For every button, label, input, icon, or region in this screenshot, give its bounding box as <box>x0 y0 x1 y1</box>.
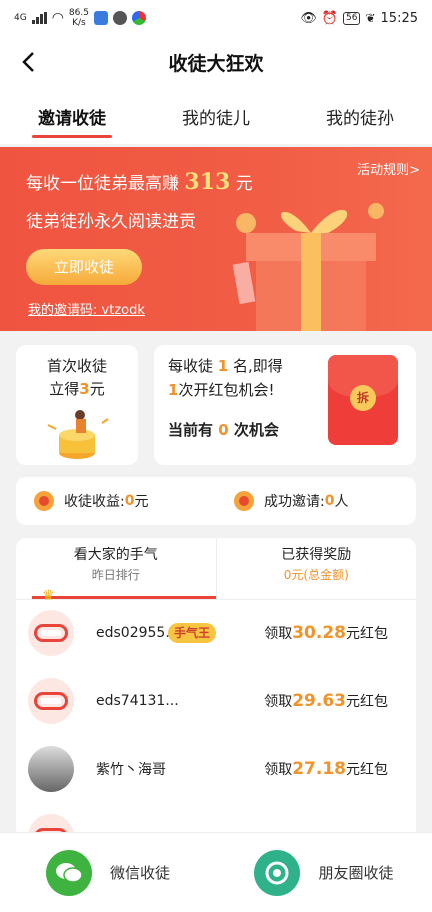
promo-banner: 活动规则> 每收一位徒弟最高赚 313 元 徒弟徒孙永久阅读进贡 立即收徒 我的… <box>0 147 432 331</box>
person-icon <box>234 491 254 511</box>
redpack-rule-line2: 1次开红包机会! <box>168 381 275 399</box>
page-title: 收徒大狂欢 <box>168 52 264 75</box>
invites-stat: 成功邀请: 0 人 <box>216 491 416 511</box>
wifi-icon: ◠ <box>51 10 64 26</box>
invite-code[interactable]: 我的邀请码: vtzodk <box>28 299 145 318</box>
network-speed: 86.5 K/s <box>68 8 89 28</box>
avatar <box>28 678 74 724</box>
redpack-rule-line1: 每收徒 1 名,即得 <box>168 357 283 375</box>
clock-time: 15:25 <box>380 10 418 26</box>
moments-icon <box>254 849 301 896</box>
reward-amount: 领取27.18元红包 <box>264 759 388 779</box>
stats-card: 收徒收益: 0 元 成功邀请: 0 人 <box>16 477 416 525</box>
eye-icon: 👁 <box>300 10 317 26</box>
alarm-icon: ⏰ <box>321 10 339 26</box>
back-button[interactable] <box>14 48 42 76</box>
ranking-card: 看大家的手气 昨日排行 已获得奖励 0元(总金额) ♛ eds02955... … <box>16 538 416 838</box>
lucky-king-badge: 手气王 <box>168 623 217 643</box>
avatar <box>28 610 74 656</box>
wechat-icon <box>45 849 92 896</box>
share-bar: 微信收徒 朋友圈收徒 <box>0 832 432 912</box>
leaf-icon: ❦ <box>365 11 376 25</box>
first-card-reward: 立得3元 <box>49 380 105 398</box>
rules-link[interactable]: 活动规则> <box>357 159 420 178</box>
moments-share-button[interactable]: 朋友圈收徒 <box>216 833 432 912</box>
open-envelope-label: 拆 <box>350 385 376 411</box>
chevron-left-icon <box>22 52 34 72</box>
ranking-row: eds74131... 领取29.63元红包 <box>16 666 416 736</box>
banner-headline: 每收一位徒弟最高赚 313 元 <box>26 169 253 195</box>
title-bar: 收徒大狂欢 <box>0 36 432 88</box>
invite-now-button[interactable]: 立即收徒 <box>26 249 142 285</box>
browser-icon <box>131 11 146 25</box>
app-notification-icon <box>93 11 108 25</box>
signal-icon <box>31 12 47 24</box>
wechat-share-button[interactable]: 微信收徒 <box>0 833 216 912</box>
message-icon <box>112 11 127 25</box>
first-card-title: 首次收徒 <box>46 357 107 375</box>
user-name: eds74131... <box>96 693 179 709</box>
user-name: 紫竹丶海哥 <box>96 762 166 778</box>
network-label: 4G <box>14 13 27 23</box>
red-envelope-icon[interactable]: 拆 <box>328 355 398 445</box>
gift-box-illustration <box>232 203 384 331</box>
user-name: eds02955... <box>96 625 179 641</box>
income-stat: 收徒收益: 0 元 <box>16 491 216 511</box>
tab-earned-rewards[interactable]: 已获得奖励 0元(总金额) <box>217 538 417 599</box>
tab-invite[interactable]: 邀请收徒 <box>0 88 144 144</box>
ranking-row: 紫竹丶海哥 领取27.18元红包 <box>16 734 416 804</box>
current-chances: 当前有 0 次机会 <box>168 421 279 439</box>
red-packet-card[interactable]: 每收徒 1 名,即得 1次开红包机会! 当前有 0 次机会 拆 <box>154 345 416 465</box>
reward-amount: 领取29.63元红包 <box>264 691 388 711</box>
coin-icon <box>34 491 54 511</box>
coin-stack-illustration <box>47 410 109 459</box>
tab-my-apprentices[interactable]: 我的徒儿 <box>144 88 288 144</box>
banner-subline: 徒弟徒孙永久阅读进贡 <box>26 212 196 232</box>
first-apprentice-card: 首次收徒 立得3元 <box>16 345 138 465</box>
reward-amount: 领取30.28元红包 <box>264 623 388 643</box>
tab-my-grand-apprentices[interactable]: 我的徒孙 <box>288 88 432 144</box>
max-reward-amount: 313 <box>184 169 231 195</box>
avatar <box>28 746 74 792</box>
status-bar: 4G ◠ 86.5 K/s 👁 ⏰ 56 ❦ 15:25 <box>0 0 432 36</box>
tab-bar: 邀请收徒 我的徒儿 我的徒孙 <box>0 88 432 144</box>
ranking-row: ♛ eds02955... 手气王 领取30.28元红包 <box>16 588 416 668</box>
battery-icon: 56 <box>343 11 361 25</box>
crown-icon: ♛ <box>42 588 55 604</box>
